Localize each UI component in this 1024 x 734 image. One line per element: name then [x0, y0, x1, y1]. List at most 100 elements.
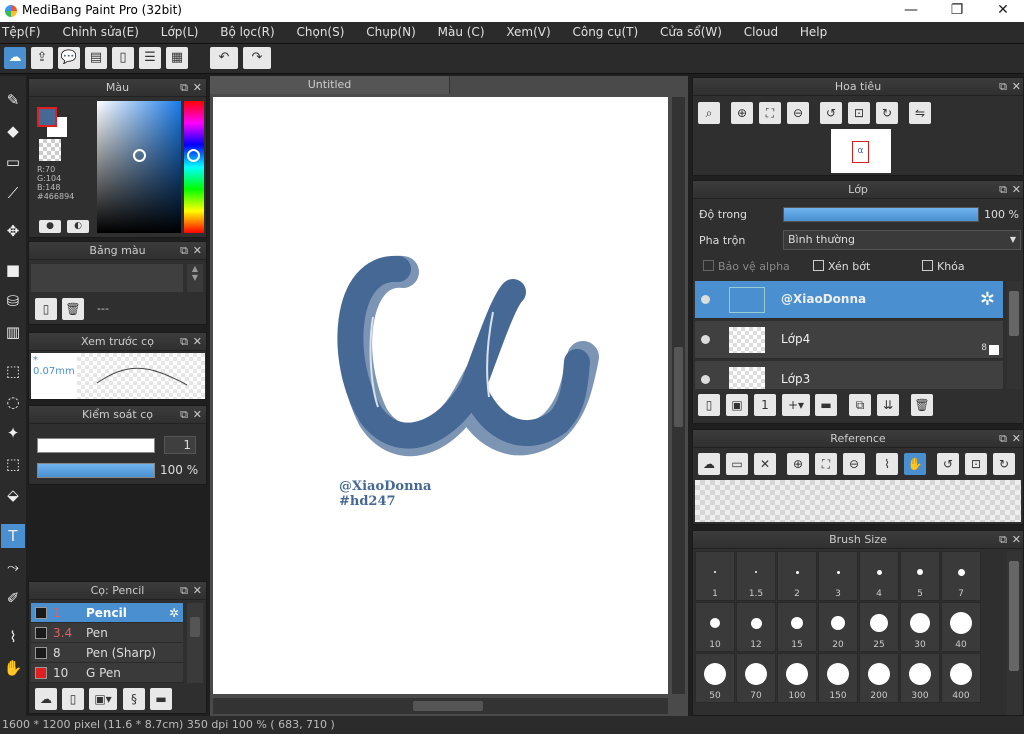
close-panel-icon[interactable]: ✕: [1012, 78, 1021, 96]
brush-size-cell[interactable]: 400: [941, 653, 981, 703]
menu-layer[interactable]: Lớp(L): [152, 22, 208, 39]
clipping-checkbox[interactable]: Xén bớt: [813, 260, 870, 273]
magic-wand-tool-icon[interactable]: ✦: [1, 421, 25, 445]
menu-window[interactable]: Cửa sổ(W): [651, 22, 731, 39]
layer-list-scrollbar[interactable]: [1007, 281, 1021, 389]
float-icon[interactable]: ⧉: [999, 430, 1007, 448]
add-layer-menu-icon[interactable]: +▾: [782, 394, 810, 416]
navigator-thumbnail[interactable]: α: [831, 129, 891, 173]
close-panel-icon[interactable]: ✕: [1012, 430, 1021, 448]
cloud-icon[interactable]: ☁: [4, 47, 26, 69]
brush-opacity-slider[interactable]: [37, 463, 155, 478]
close-panel-icon[interactable]: ✕: [193, 242, 202, 260]
select-pen-tool-icon[interactable]: ⬚: [1, 452, 25, 476]
float-icon[interactable]: ⧉: [999, 531, 1007, 549]
canvas-paper[interactable]: @XiaoDonna #hd247: [213, 97, 668, 694]
undo-icon[interactable]: ↶: [210, 47, 238, 69]
new-brush-icon[interactable]: ▯: [62, 688, 84, 710]
float-icon[interactable]: ⧉: [180, 242, 188, 260]
select-rect-tool-icon[interactable]: ⬚: [1, 359, 25, 383]
close-button[interactable]: ✕: [980, 0, 1024, 22]
new-halftone-layer-icon[interactable]: 1: [754, 394, 776, 416]
brush-size-cell[interactable]: 7: [941, 551, 981, 601]
gear-icon[interactable]: ✲: [980, 289, 995, 310]
menu-cloud[interactable]: Cloud: [735, 22, 787, 39]
select-eraser-tool-icon[interactable]: ⬙: [1, 483, 25, 507]
reset-rotate-icon[interactable]: ⊡: [848, 102, 870, 124]
zoom-in-icon[interactable]: ⊕: [787, 453, 809, 475]
gradient-tool-icon[interactable]: ▥: [1, 320, 25, 344]
primary-color-swatch[interactable]: [37, 107, 57, 127]
brush-size-cell[interactable]: 25: [859, 602, 899, 652]
menu-edit[interactable]: Chỉnh sửa(E): [53, 22, 148, 39]
brush-size-cell[interactable]: 70: [736, 653, 776, 703]
menu-view[interactable]: Xem(V): [497, 22, 559, 39]
folder-icon[interactable]: ▬: [815, 394, 837, 416]
brush-settings-icon[interactable]: §: [123, 688, 145, 710]
download-brush-icon[interactable]: ☁: [35, 688, 57, 710]
operation-tool-icon[interactable]: ⤳: [1, 555, 25, 579]
fit-icon[interactable]: ⛶: [759, 102, 781, 124]
layer-item[interactable]: Lớp4 8: [695, 321, 1003, 359]
open-folder-icon[interactable]: ▭: [726, 453, 748, 475]
text-tool-icon[interactable]: T: [1, 524, 25, 548]
rotate-left-icon[interactable]: ↺: [937, 453, 959, 475]
move-tool-icon[interactable]: ✥: [1, 219, 25, 243]
add-brush-menu-icon[interactable]: ▣▾: [89, 688, 117, 710]
layer-opacity-slider[interactable]: [783, 207, 979, 222]
brush-size-cell[interactable]: 12: [736, 602, 776, 652]
blend-mode-select[interactable]: Bình thường ▼: [783, 230, 1021, 250]
brush-size-cell[interactable]: 40: [941, 602, 981, 652]
close-panel-icon[interactable]: ✕: [193, 406, 202, 424]
maximize-button[interactable]: ❐: [934, 0, 980, 22]
brush-size-cell[interactable]: 300: [900, 653, 940, 703]
reference-image-area[interactable]: [695, 480, 1021, 522]
float-icon[interactable]: ⧉: [180, 406, 188, 424]
menu-select[interactable]: Chọn(S): [288, 22, 354, 39]
redo-icon[interactable]: ↷: [243, 47, 271, 69]
cloud-download-icon[interactable]: ☁: [698, 453, 720, 475]
close-panel-icon[interactable]: ✕: [193, 582, 202, 600]
brush-size-cell[interactable]: 1.5: [736, 551, 776, 601]
close-panel-icon[interactable]: ✕: [1012, 181, 1021, 199]
menu-filter[interactable]: Bộ lọc(R): [211, 22, 283, 39]
navigator-viewport[interactable]: α: [852, 141, 869, 163]
layer-item[interactable]: Lớp3: [695, 361, 1003, 389]
eyedropper-icon[interactable]: ⌇: [876, 453, 898, 475]
reset-rotate-icon[interactable]: ⊡: [965, 453, 987, 475]
transparent-swatch[interactable]: [39, 139, 61, 161]
brush-item-g-pen[interactable]: 10 G Pen: [31, 663, 183, 683]
brush-list-scrollbar[interactable]: [187, 603, 203, 683]
comment-icon[interactable]: ▤: [85, 47, 107, 69]
menu-help[interactable]: Help: [791, 22, 836, 39]
lasso-tool-icon[interactable]: ◌: [1, 390, 25, 414]
canvas-vertical-scrollbar[interactable]: [672, 97, 685, 694]
close-panel-icon[interactable]: ✕: [193, 333, 202, 351]
delete-layer-icon[interactable]: 🗑: [911, 394, 933, 416]
zoom-icon[interactable]: ⌕: [698, 102, 720, 124]
gear-icon[interactable]: ✲: [169, 603, 179, 623]
minimize-button[interactable]: —: [888, 0, 934, 22]
palette-scrollbar[interactable]: ▲ ▼: [187, 264, 203, 292]
rectangle-tool-icon[interactable]: ▭: [1, 150, 25, 174]
hue-slider[interactable]: [184, 101, 204, 233]
fill-rect-tool-icon[interactable]: ■: [1, 258, 25, 282]
delete-palette-icon[interactable]: 🗑: [62, 298, 84, 320]
color-mode-icon[interactable]: ●: [39, 220, 61, 233]
visibility-icon[interactable]: [701, 295, 710, 304]
canvas-horizontal-scrollbar[interactable]: [213, 698, 668, 714]
menu-capture[interactable]: Chụp(N): [357, 22, 425, 39]
brush-size-cell[interactable]: 3: [818, 551, 858, 601]
rotate-right-icon[interactable]: ↻: [876, 102, 898, 124]
zoom-out-icon[interactable]: ⊖: [843, 453, 865, 475]
zoom-out-icon[interactable]: ⊖: [787, 102, 809, 124]
upload-icon[interactable]: ⇪: [31, 47, 53, 69]
float-icon[interactable]: ⧉: [999, 181, 1007, 199]
brush-tool-icon[interactable]: ✎: [1, 88, 25, 112]
flip-icon[interactable]: ⇋: [909, 102, 931, 124]
sv-cursor[interactable]: [133, 149, 146, 162]
zoom-in-icon[interactable]: ⊕: [731, 102, 753, 124]
merge-layer-icon[interactable]: ⇊: [877, 394, 899, 416]
document-tab[interactable]: Untitled: [210, 76, 450, 94]
brush-size-cell[interactable]: 10: [695, 602, 735, 652]
